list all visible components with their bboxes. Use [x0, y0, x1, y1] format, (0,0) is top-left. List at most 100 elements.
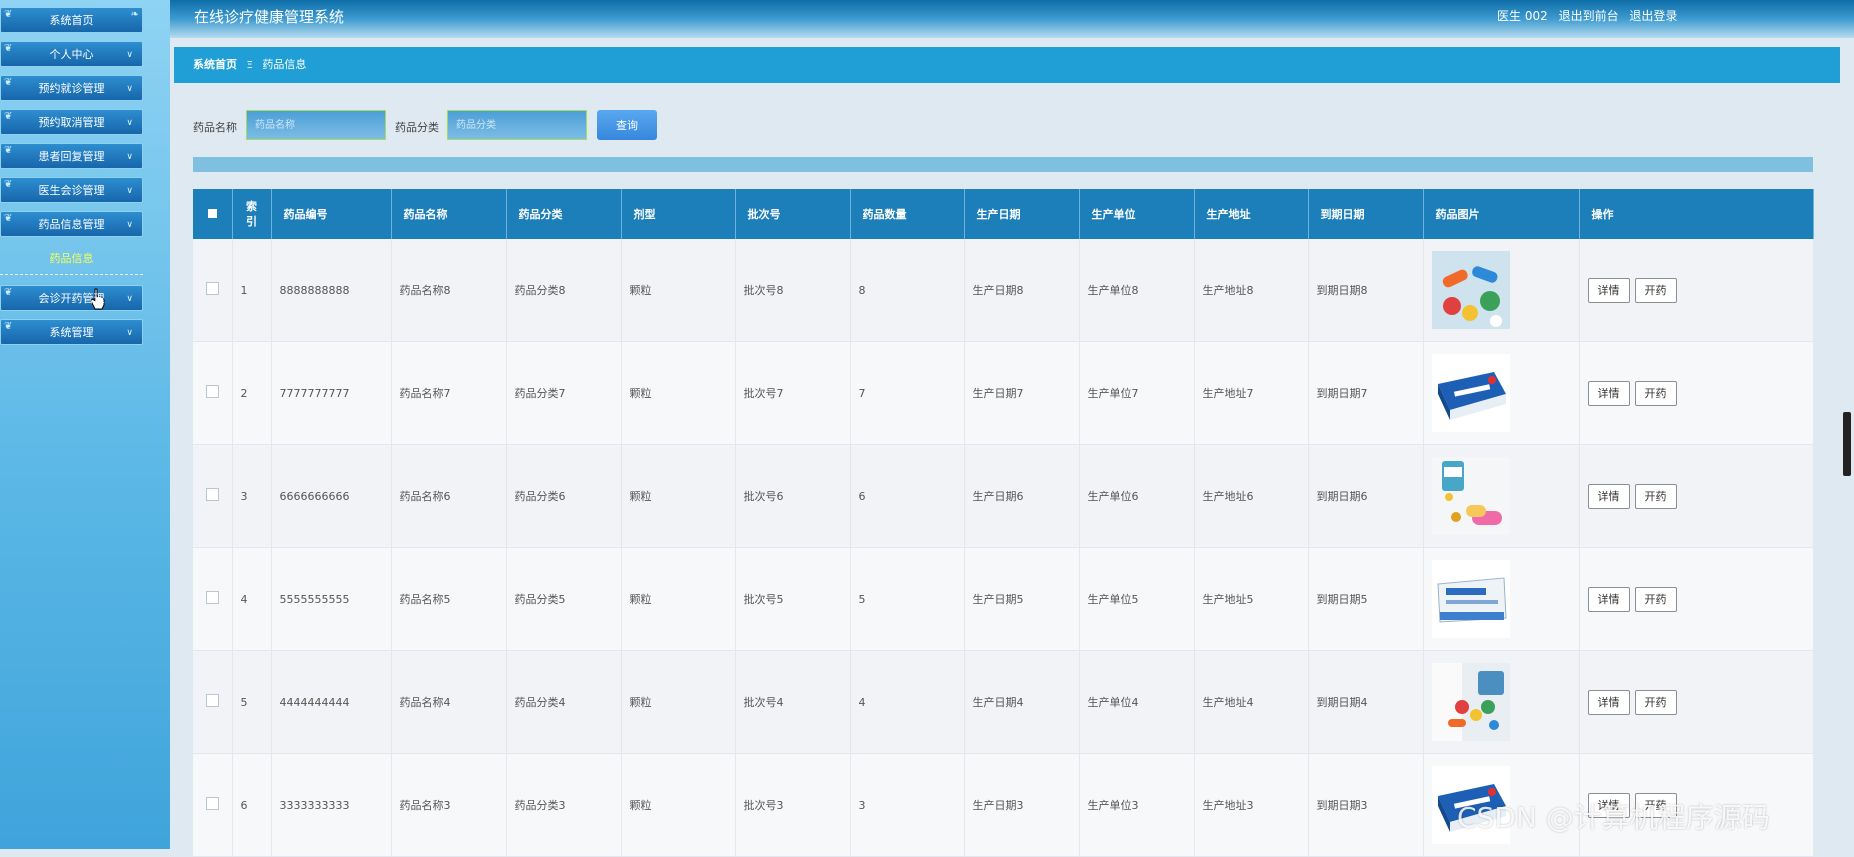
cell-index: 6 — [232, 753, 272, 857]
cell-category: 药品分类3 — [506, 753, 622, 857]
col-header-prod-date[interactable]: 生产日期 — [964, 189, 1080, 239]
prescribe-button[interactable]: 开药 — [1634, 380, 1677, 406]
row-checkbox[interactable] — [205, 591, 219, 604]
row-checkbox-cell[interactable] — [193, 239, 233, 342]
col-header-qty[interactable]: 药品数量 — [850, 189, 965, 239]
cell-category: 药品分类5 — [506, 547, 622, 651]
cell-form: 颗粒 — [621, 444, 736, 548]
medicine-category-input[interactable] — [447, 110, 587, 140]
cell-expire: 到期日期5 — [1308, 547, 1424, 651]
select-all-header[interactable] — [193, 189, 233, 239]
sidebar-subitem-medicine-info[interactable]: 药品信息 — [50, 252, 94, 265]
cell-form: 颗粒 — [621, 239, 736, 342]
ornament-icon: ❦ — [4, 9, 13, 20]
cell-qty: 5 — [850, 547, 965, 651]
chevron-down-icon: ∨ — [126, 294, 133, 304]
chevron-down-icon: ∨ — [126, 220, 133, 230]
scrollbar-handle[interactable] — [1843, 412, 1851, 476]
cell-qty: 4 — [850, 650, 965, 754]
sidebar-item-consultation[interactable]: ❦ 医生会诊管理 ∨ — [0, 177, 143, 203]
sidebar-item-label: 会诊开药管理 — [38, 292, 105, 305]
table-row[interactable]: 1 8888888888 药品名称8 药品分类8 颗粒 批次号8 8 生产日期8 生产单位8 生产… — [193, 239, 1814, 342]
row-checkbox[interactable] — [205, 488, 219, 501]
sidebar-item-prescribe[interactable]: ❦ 会诊开药管理 ∨ — [0, 285, 143, 311]
cell-name: 药品名称5 — [391, 547, 507, 651]
table-row[interactable]: 3 6666666666 药品名称6 药品分类6 颗粒 批次号6 6 生产日期6 生产单位6 生产… — [193, 444, 1814, 548]
row-checkbox[interactable] — [205, 694, 219, 707]
cell-category: 药品分类7 — [506, 341, 622, 445]
detail-button[interactable]: 详情 — [1587, 483, 1630, 509]
sidebar-item-home[interactable]: ❦ 系统首页 ❧ — [0, 7, 143, 33]
to-front-link[interactable]: 退出到前台 — [1559, 9, 1619, 23]
sidebar-item-medicine[interactable]: ❦ 药品信息管理 ∨ — [0, 211, 143, 237]
sidebar-submenu: 药品信息 — [0, 243, 143, 275]
col-header-unit[interactable]: 生产单位 — [1079, 189, 1195, 239]
detail-button[interactable]: 详情 — [1587, 380, 1630, 406]
col-header-category[interactable]: 药品分类 — [506, 189, 622, 239]
table-row[interactable]: 2 7777777777 药品名称7 药品分类7 颗粒 批次号7 7 生产日期7 生产单位7 生产… — [193, 341, 1814, 445]
col-header-image: 药品图片 — [1423, 189, 1580, 239]
row-checkbox[interactable] — [205, 797, 219, 810]
cell-batch: 批次号5 — [735, 547, 851, 651]
cell-category: 药品分类8 — [506, 239, 622, 342]
col-header-name[interactable]: 药品名称 — [391, 189, 507, 239]
chevron-down-icon: ∨ — [126, 152, 133, 162]
cell-expire: 到期日期6 — [1308, 444, 1424, 548]
watermark: CSDN @计算机程序源码 — [1457, 801, 1770, 834]
prescribe-button[interactable]: 开药 — [1634, 483, 1677, 509]
cell-form: 颗粒 — [621, 650, 736, 754]
sidebar-item-system[interactable]: ❦ 系统管理 ∨ — [0, 319, 143, 345]
breadcrumb-home[interactable]: 系统首页 — [193, 58, 237, 71]
detail-button[interactable]: 详情 — [1587, 586, 1630, 612]
cell-code: 7777777777 — [271, 341, 392, 445]
sidebar-item-cancel[interactable]: ❦ 预约取消管理 ∨ — [0, 109, 143, 135]
prescribe-button[interactable]: 开药 — [1634, 277, 1677, 303]
sidebar-menu: ❦ 系统首页 ❧ ❦ 个人中心 ∨ ❦ 预约就诊管理 ∨ ❦ 预约取消管理 ∨ … — [0, 7, 150, 353]
cell-prod-date: 生产日期6 — [964, 444, 1080, 548]
row-checkbox[interactable] — [205, 282, 219, 295]
row-checkbox-cell[interactable] — [193, 650, 233, 754]
medicine-category-label: 药品分类 — [395, 121, 439, 134]
ornament-icon: ❦ — [4, 321, 13, 332]
row-checkbox-cell[interactable] — [193, 547, 233, 651]
search-button[interactable]: 查询 — [597, 110, 657, 140]
col-header-batch[interactable]: 批次号 — [735, 189, 851, 239]
col-header-address[interactable]: 生产地址 — [1194, 189, 1309, 239]
medicine-name-input[interactable] — [246, 110, 386, 140]
detail-button[interactable]: 详情 — [1587, 277, 1630, 303]
chevron-down-icon: ∨ — [126, 84, 133, 94]
cell-batch: 批次号7 — [735, 341, 851, 445]
row-checkbox-cell[interactable] — [193, 341, 233, 445]
medicine-image — [1431, 560, 1510, 638]
sidebar-item-appointment[interactable]: ❦ 预约就诊管理 ∨ — [0, 75, 143, 101]
select-all-checkbox[interactable] — [207, 208, 217, 218]
table-row[interactable]: 5 4444444444 药品名称4 药品分类4 颗粒 批次号4 4 生产日期4 生产单位4 生产… — [193, 650, 1814, 754]
sidebar-item-patient-reply[interactable]: ❦ 患者回复管理 ∨ — [0, 143, 143, 169]
cell-prod-date: 生产日期4 — [964, 650, 1080, 754]
col-header-form[interactable]: 剂型 — [621, 189, 736, 239]
sidebar-item-label: 个人中心 — [49, 48, 94, 61]
row-checkbox-cell[interactable] — [193, 444, 233, 548]
medicine-image — [1431, 251, 1510, 329]
table-row[interactable]: 4 5555555555 药品名称5 药品分类5 颗粒 批次号5 5 生产日期5 生产单位5 生产… — [193, 547, 1814, 651]
breadcrumb-separator: Ξ — [246, 60, 253, 71]
cell-prod-date: 生产日期3 — [964, 753, 1080, 857]
detail-button[interactable]: 详情 — [1587, 689, 1630, 715]
cell-code: 8888888888 — [271, 239, 392, 342]
sidebar-item-personal[interactable]: ❦ 个人中心 ∨ — [0, 41, 143, 67]
col-header-expire[interactable]: 到期日期 — [1308, 189, 1424, 239]
col-header-code[interactable]: 药品编号 — [271, 189, 392, 239]
cell-index: 5 — [232, 650, 272, 754]
row-checkbox[interactable] — [205, 385, 219, 398]
toolbar-strip — [193, 157, 1813, 172]
cell-index: 2 — [232, 341, 272, 445]
prescribe-button[interactable]: 开药 — [1634, 586, 1677, 612]
sidebar-item-label: 药品信息管理 — [38, 218, 105, 231]
medicine-image — [1431, 663, 1510, 741]
cell-name: 药品名称8 — [391, 239, 507, 342]
row-checkbox-cell[interactable] — [193, 753, 233, 857]
logout-link[interactable]: 退出登录 — [1629, 9, 1677, 23]
cell-actions: 详情 开药 — [1579, 239, 1814, 342]
prescribe-button[interactable]: 开药 — [1634, 689, 1677, 715]
search-bar: 药品名称 药品分类 查询 — [193, 110, 793, 142]
